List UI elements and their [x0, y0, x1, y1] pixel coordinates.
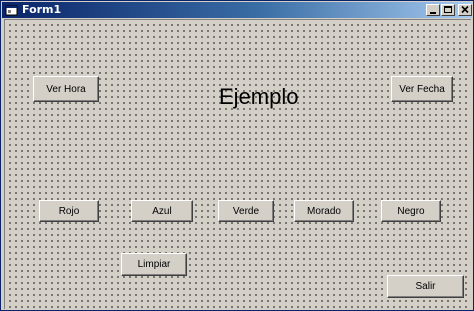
- ver-fecha-button[interactable]: Ver Fecha: [391, 76, 453, 102]
- window-title: Form1: [22, 3, 62, 16]
- rojo-button[interactable]: Rojo: [39, 200, 99, 222]
- maximize-icon: [444, 6, 452, 13]
- heading-label: Ejemplo: [219, 84, 299, 109]
- maximize-button[interactable]: [441, 4, 455, 16]
- close-icon: [461, 5, 469, 14]
- ver-hora-button[interactable]: Ver Hora: [33, 76, 99, 102]
- negro-button[interactable]: Negro: [381, 200, 441, 222]
- limpiar-button[interactable]: Limpiar: [121, 253, 187, 276]
- salir-button[interactable]: Salir: [387, 275, 464, 298]
- azul-button[interactable]: Azul: [131, 200, 193, 222]
- verde-button[interactable]: Verde: [218, 200, 274, 222]
- title-bar[interactable]: Form1: [2, 2, 472, 18]
- close-button[interactable]: [458, 4, 472, 16]
- morado-button[interactable]: Morado: [294, 200, 354, 222]
- form-client-area: Ejemplo Ver Hora Ver Fecha Rojo Azul Ver…: [4, 19, 471, 309]
- minimize-icon: [430, 12, 436, 14]
- minimize-button[interactable]: [426, 4, 440, 16]
- form1-window: Form1 Ejemplo Ver Hora Ver Fecha Rojo Az…: [0, 0, 474, 311]
- form-icon[interactable]: [5, 3, 19, 17]
